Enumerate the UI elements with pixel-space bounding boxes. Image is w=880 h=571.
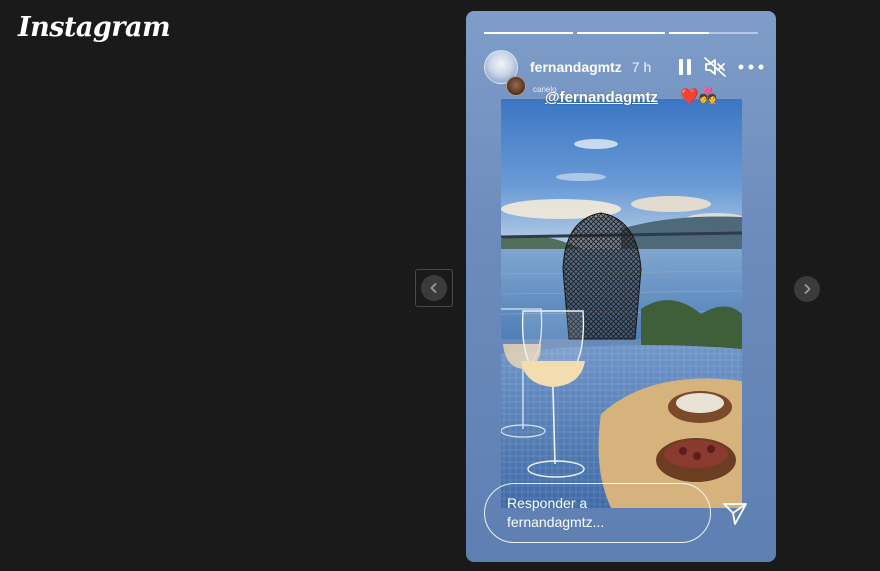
mention-avatar[interactable] [506, 76, 526, 96]
send-icon[interactable] [721, 499, 749, 527]
story-card[interactable]: fernandagmtz 7 h canelo @fernandagmtz ❤️… [466, 11, 776, 562]
progress-segment [669, 32, 759, 34]
story-timestamp: 7 h [631, 59, 652, 75]
previous-story-button[interactable] [415, 269, 453, 307]
story-controls [678, 57, 764, 77]
more-options-icon[interactable] [738, 64, 764, 70]
reply-input[interactable]: Responder a fernandagmtz... [484, 483, 711, 543]
story-header: fernandagmtz 7 h [484, 49, 764, 85]
chevron-right-icon [794, 276, 820, 302]
reply-placeholder: Responder a fernandagmtz... [507, 495, 605, 530]
progress-segment [484, 32, 573, 34]
volume-muted-icon[interactable] [704, 57, 726, 77]
next-story-button[interactable] [792, 274, 822, 304]
instagram-logo[interactable]: Instagram [18, 12, 171, 43]
story-username[interactable]: fernandagmtz [530, 59, 622, 75]
story-photo [501, 99, 742, 508]
story-viewer-page: Instagram fernandagmtz 7 h canelo @ferna… [0, 0, 880, 571]
chevron-left-icon [421, 275, 447, 301]
progress-segment [576, 32, 666, 34]
mention-tag[interactable]: @fernandagmtz [545, 89, 658, 106]
pause-icon[interactable] [678, 58, 692, 76]
mention-emoji: ❤️💑 [680, 88, 718, 105]
story-progress-bar [484, 32, 759, 34]
